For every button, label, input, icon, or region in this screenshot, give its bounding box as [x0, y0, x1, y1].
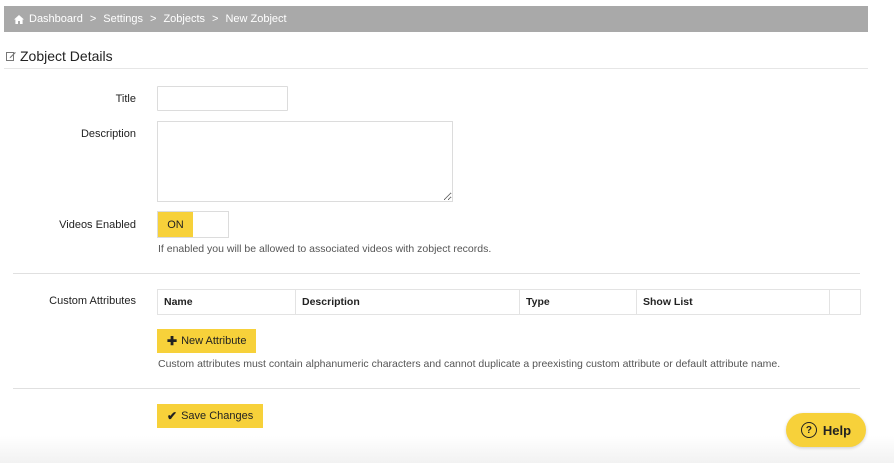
edit-icon — [6, 52, 16, 61]
breadcrumb-separator: > — [212, 13, 219, 25]
toggle-on-state: ON — [158, 212, 193, 237]
column-header-show-list: Show List — [637, 290, 830, 314]
videos-help-text: If enabled you will be allowed to associ… — [158, 243, 492, 255]
column-header-description: Description — [296, 290, 520, 314]
help-button[interactable]: ? Help — [786, 413, 866, 447]
question-icon: ? — [800, 422, 817, 438]
home-icon — [14, 14, 24, 24]
breadcrumb-current: New Zobject — [225, 13, 287, 25]
plus-icon: ✚ — [167, 334, 178, 348]
breadcrumb-dashboard[interactable]: Dashboard — [29, 13, 83, 25]
custom-attributes-label: Custom Attributes — [49, 295, 136, 307]
videos-enabled-label: Videos Enabled — [59, 219, 136, 231]
checkmark-icon: ✔ — [167, 409, 178, 423]
column-header-actions — [830, 290, 860, 314]
title-divider — [4, 68, 868, 69]
help-label: Help — [822, 422, 852, 438]
new-attribute-label: New Attribute — [181, 335, 247, 347]
save-changes-button[interactable]: ✔ Save Changes — [157, 404, 264, 428]
custom-attributes-table-header: Name Description Type Show List — [157, 289, 861, 315]
bottom-fade — [0, 436, 894, 463]
breadcrumb-separator: > — [150, 13, 157, 25]
save-changes-label: Save Changes — [181, 410, 254, 422]
page-title: Zobject Details — [6, 48, 113, 64]
column-header-name: Name — [158, 290, 296, 314]
section-divider — [13, 273, 860, 274]
attribute-help-text: Custom attributes must contain alphanume… — [158, 358, 781, 370]
new-attribute-button[interactable]: ✚ New Attribute — [157, 329, 257, 353]
breadcrumb-zobjects[interactable]: Zobjects — [163, 13, 205, 25]
title-label: Title — [115, 93, 136, 105]
description-textarea[interactable] — [157, 121, 453, 202]
breadcrumb-separator: > — [89, 13, 97, 25]
breadcrumb-settings[interactable]: Settings — [103, 13, 143, 25]
breadcrumb: Dashboard > Settings > Zobjects > New Zo… — [4, 6, 868, 32]
page-title-text: Zobject Details — [20, 48, 113, 64]
title-input[interactable] — [157, 86, 288, 111]
videos-enabled-toggle[interactable]: ON — [157, 211, 229, 238]
column-header-type: Type — [520, 290, 637, 314]
description-label: Description — [80, 128, 136, 140]
section-divider — [13, 388, 860, 389]
